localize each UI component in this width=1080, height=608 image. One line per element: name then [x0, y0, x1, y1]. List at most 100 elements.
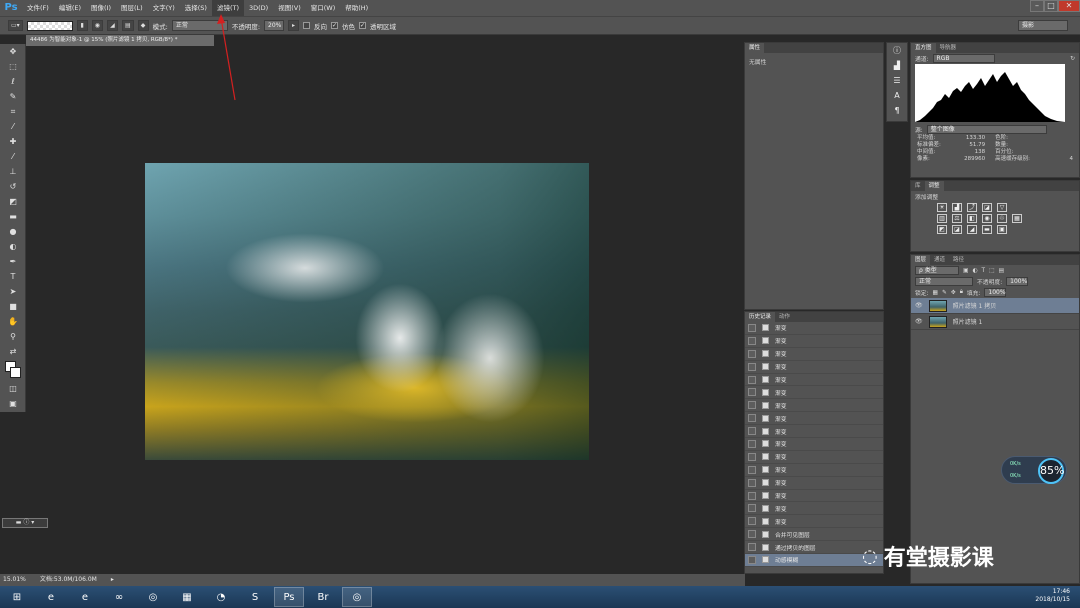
linear-gradient-icon[interactable]: ▮: [76, 20, 88, 31]
hand-tool-icon[interactable]: ✋: [0, 314, 26, 329]
document-tab[interactable]: 44486 为智能对象-1 @ 15% (照片滤镜 1 拷贝, RGB/8*) …: [26, 35, 214, 46]
history-checkbox[interactable]: [748, 530, 756, 539]
quick-mask-icon[interactable]: ◫: [0, 381, 26, 396]
lock-transparent-icon[interactable]: ▦: [933, 290, 938, 296]
tab-adjustments[interactable]: 调整: [924, 181, 944, 191]
reflected-gradient-icon[interactable]: ▤: [121, 20, 134, 31]
layer-row[interactable]: 👁︎ 照片滤镜 1: [911, 314, 1079, 330]
layer-row[interactable]: 👁︎ 照片滤镜 1 拷贝: [911, 298, 1079, 314]
baidu-netdisk-icon[interactable]: ∞: [104, 587, 134, 607]
levels-icon[interactable]: ▟: [952, 203, 962, 212]
edge-icon[interactable]: e: [70, 587, 100, 607]
history-checkbox[interactable]: [748, 323, 756, 332]
history-checkbox[interactable]: [748, 336, 756, 345]
menu-select[interactable]: 选择(S): [180, 0, 212, 16]
shape-tool-icon[interactable]: ■: [0, 299, 26, 314]
tab-history[interactable]: 历史记录: [745, 312, 776, 322]
close-icon[interactable]: ✕: [1058, 0, 1080, 12]
history-item[interactable]: 渐变: [745, 515, 883, 529]
refresh-icon[interactable]: ↻: [1070, 56, 1075, 62]
eyedropper-tool-icon[interactable]: ⁄: [0, 119, 26, 134]
history-checkbox[interactable]: [748, 375, 756, 384]
menu-3d[interactable]: 3D(D): [244, 0, 273, 16]
transparency-checkbox[interactable]: ✓: [359, 22, 367, 29]
marquee-tool-icon[interactable]: ⬚: [0, 59, 26, 74]
bridge-taskbar-icon[interactable]: Br: [308, 587, 338, 607]
healing-brush-tool-icon[interactable]: ✚: [0, 134, 26, 149]
history-item[interactable]: 渐变: [745, 490, 883, 503]
history-checkbox[interactable]: [748, 401, 756, 410]
wechat-taskbar-icon[interactable]: ◎: [342, 587, 372, 607]
layer-name[interactable]: 照片滤镜 1: [953, 317, 983, 326]
maximize-icon[interactable]: □: [1044, 0, 1058, 12]
tab-paths[interactable]: 路径: [949, 255, 968, 265]
screen-mode-icon[interactable]: ▣: [0, 396, 26, 411]
lock-image-icon[interactable]: ✎: [942, 290, 947, 296]
zoom-level[interactable]: 15.01%: [3, 574, 26, 586]
invert-icon[interactable]: ◩: [937, 225, 947, 234]
history-checkbox[interactable]: [748, 427, 756, 436]
history-checkbox[interactable]: [748, 362, 756, 371]
filter-type-icon[interactable]: T: [982, 268, 986, 274]
history-item[interactable]: 渐变: [745, 502, 883, 516]
tab-library[interactable]: 库: [911, 181, 925, 191]
pen-tool-icon[interactable]: ✒: [0, 254, 26, 269]
diamond-gradient-icon[interactable]: ◆: [137, 20, 149, 31]
type-tool-icon[interactable]: T: [0, 269, 26, 284]
hue-saturation-icon[interactable]: ▥: [937, 214, 947, 223]
foreground-background-colors[interactable]: [0, 359, 26, 381]
status-menu-icon[interactable]: ▸: [111, 574, 114, 586]
history-checkbox[interactable]: [748, 439, 756, 448]
crop-tool-icon[interactable]: ⌗: [0, 104, 26, 119]
menu-edit[interactable]: 编辑(E): [54, 0, 86, 16]
system-tray-clock[interactable]: 17:46 2018/10/15: [1035, 588, 1070, 604]
photo-filter-icon[interactable]: ◉: [982, 214, 992, 223]
filter-pixel-icon[interactable]: ▣: [963, 268, 968, 274]
tab-properties[interactable]: 属性: [745, 43, 765, 53]
vibrance-icon[interactable]: ▽: [997, 203, 1007, 212]
sogou-icon[interactable]: S: [240, 587, 270, 607]
opacity-dropdown-icon[interactable]: ▸: [288, 20, 300, 31]
app-grid-icon[interactable]: ▦: [172, 587, 202, 607]
history-item[interactable]: 渐变: [745, 464, 883, 477]
lock-position-icon[interactable]: ✥: [951, 290, 956, 296]
dither-checkbox[interactable]: ✓: [331, 22, 339, 29]
history-item[interactable]: 渐变: [745, 386, 883, 400]
radial-gradient-icon[interactable]: ◉: [91, 20, 103, 31]
gradient-tool-icon[interactable]: ▬: [0, 209, 26, 224]
background-color-swatch[interactable]: [10, 367, 21, 378]
history-item[interactable]: 渐变: [745, 412, 883, 426]
menu-file[interactable]: 文件(F): [22, 0, 54, 16]
opacity-input[interactable]: 20%: [264, 20, 285, 31]
info-icon[interactable]: ⓘ: [887, 43, 907, 58]
character-icon[interactable]: A: [887, 88, 907, 103]
histogram-icon[interactable]: ▟: [887, 58, 907, 73]
photoshop-taskbar-icon[interactable]: Ps: [274, 587, 304, 607]
path-select-tool-icon[interactable]: ➤: [0, 284, 26, 299]
threshold-icon[interactable]: ◢: [967, 225, 977, 234]
zoom-tool-icon[interactable]: ⚲: [0, 329, 26, 344]
history-checkbox[interactable]: [748, 478, 756, 487]
navigator-widget[interactable]: ▬ ⓘ ▾: [2, 518, 48, 528]
posterize-icon[interactable]: ◪: [952, 225, 962, 234]
layer-name[interactable]: 照片滤镜 1 拷贝: [953, 301, 997, 310]
history-checkbox[interactable]: [748, 491, 756, 500]
network-monitor-widget[interactable]: 0K/s 0K/s 85%: [1001, 456, 1067, 484]
eraser-tool-icon[interactable]: ◩: [0, 194, 26, 209]
filter-adjustment-icon[interactable]: ◐: [972, 268, 977, 274]
angle-gradient-icon[interactable]: ◢: [106, 20, 118, 31]
menu-view[interactable]: 视图(V): [273, 0, 306, 16]
history-item[interactable]: 渐变: [745, 438, 883, 451]
reverse-checkbox[interactable]: [303, 22, 311, 29]
layer-filter-select[interactable]: ρ 类型: [915, 266, 959, 275]
history-item[interactable]: 渐变: [745, 361, 883, 374]
clone-stamp-tool-icon[interactable]: ⊥: [0, 164, 26, 179]
history-checkbox[interactable]: [748, 543, 756, 552]
history-item[interactable]: 渐变: [745, 335, 883, 348]
visibility-eye-icon[interactable]: 👁︎: [915, 302, 923, 309]
tab-layers[interactable]: 图层: [911, 255, 931, 265]
filter-smart-icon[interactable]: ▤: [999, 268, 1004, 274]
quick-select-tool-icon[interactable]: ✎: [0, 89, 26, 104]
history-checkbox[interactable]: [748, 414, 756, 423]
history-item[interactable]: 渐变: [745, 477, 883, 490]
